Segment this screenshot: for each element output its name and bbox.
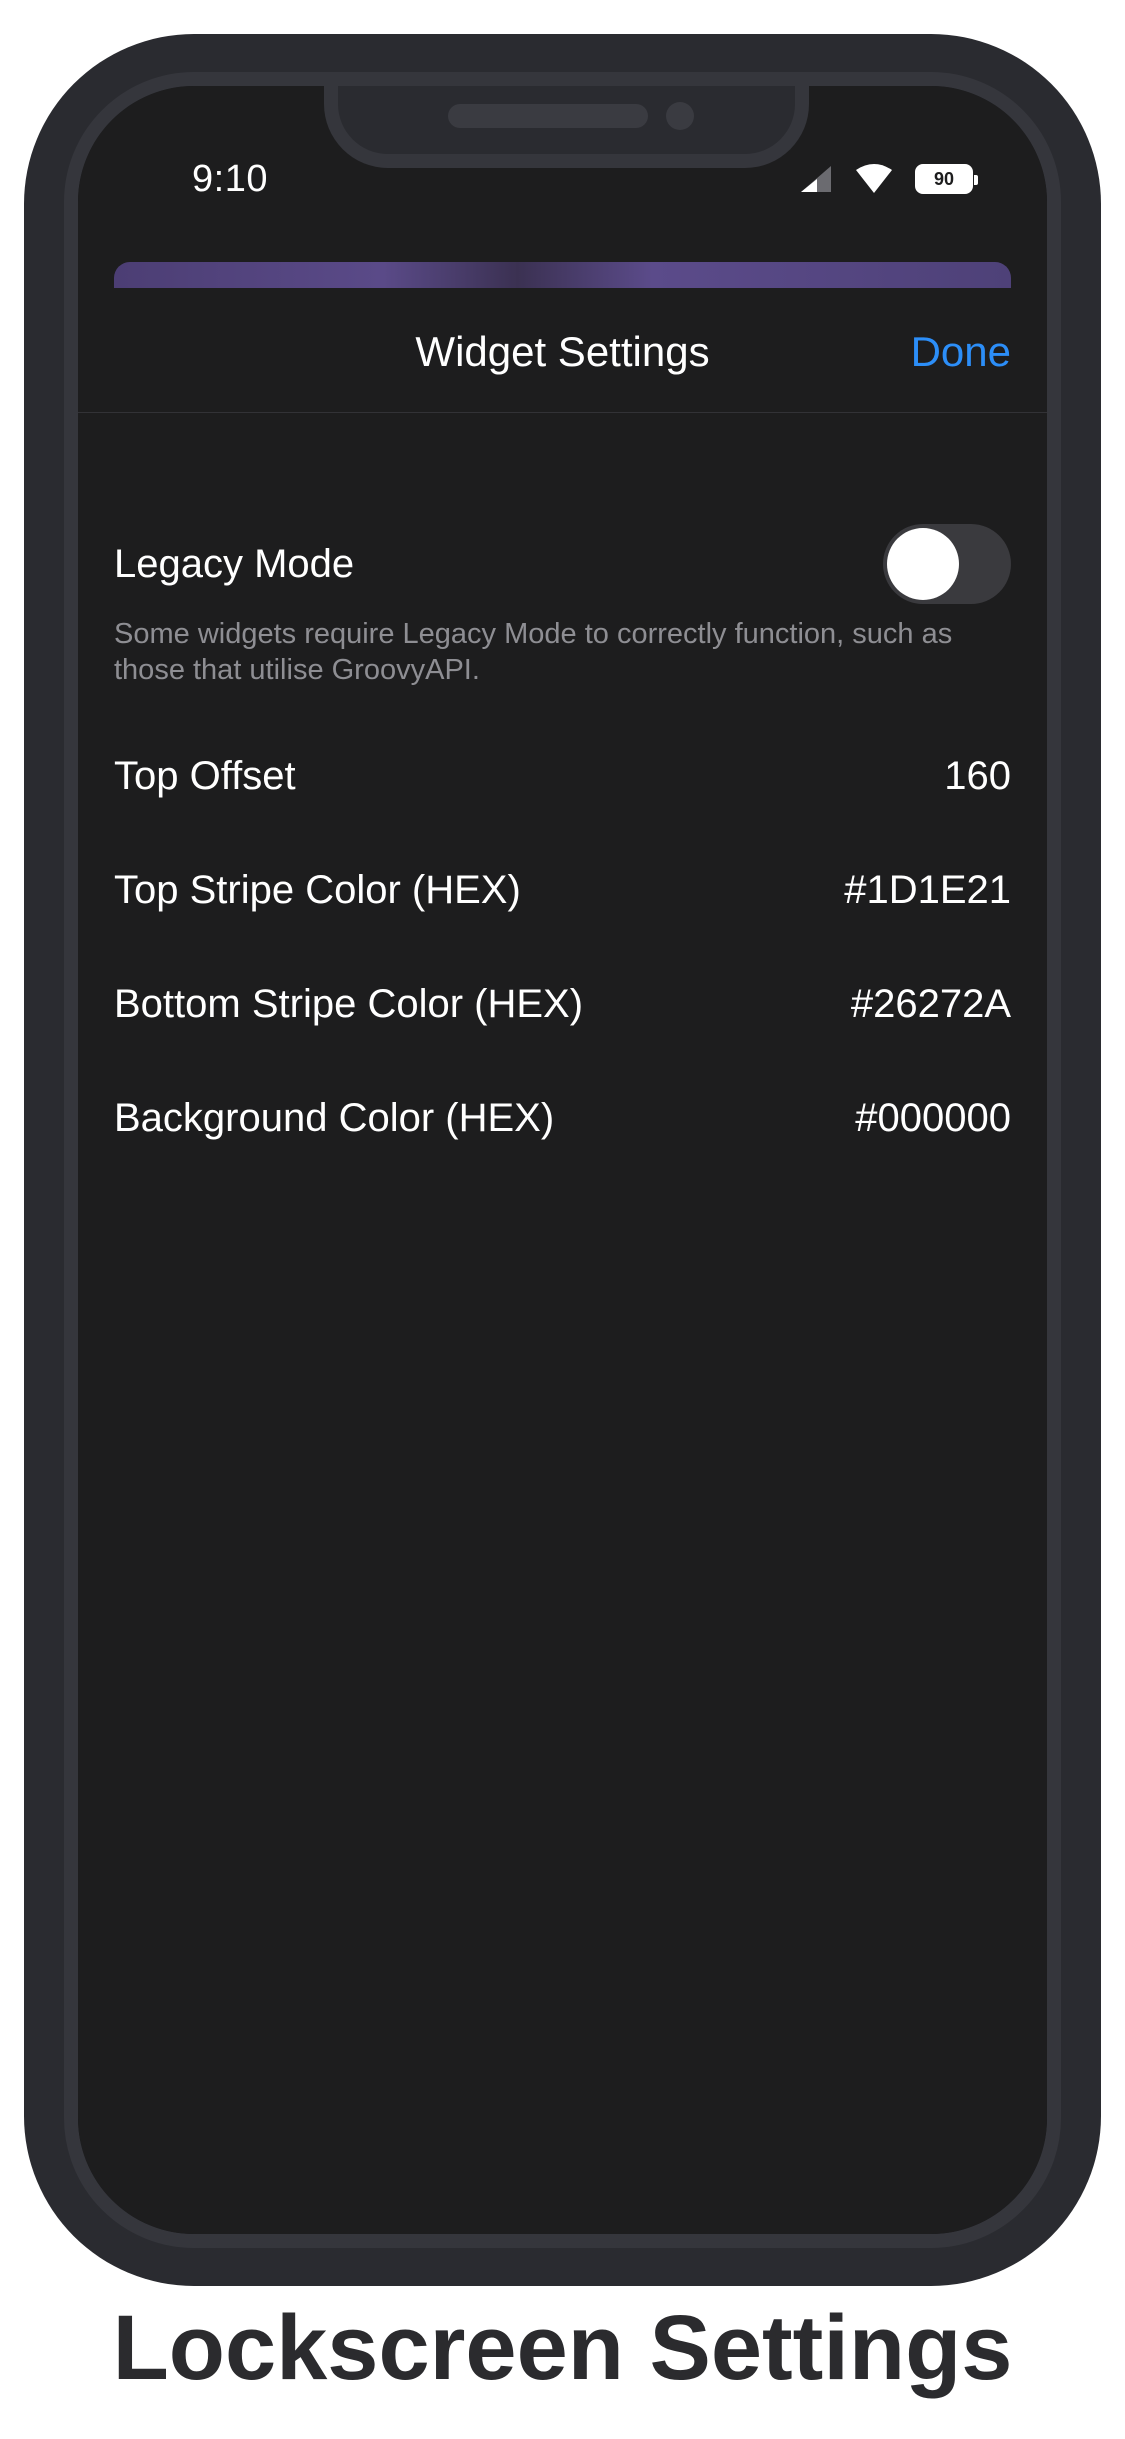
- battery-level: 90: [933, 168, 955, 189]
- setting-label: Top Stripe Color (HEX): [114, 868, 521, 912]
- status-time: 9:10: [192, 158, 268, 200]
- battery-icon: 90: [915, 164, 978, 194]
- front-camera: [666, 102, 694, 130]
- notch: [324, 86, 809, 168]
- setting-value[interactable]: #000000: [855, 1096, 1011, 1141]
- phone-frame: 9:10 90 Widget Settings Done Legacy Mode…: [24, 34, 1101, 2286]
- legacy-mode-toggle[interactable]: [883, 524, 1011, 604]
- setting-row-background-color[interactable]: Background Color (HEX) #000000: [114, 1096, 1011, 1141]
- wifi-icon: [856, 164, 892, 193]
- setting-row-top-offset[interactable]: Top Offset 160: [114, 754, 1011, 799]
- legacy-mode-description: Some widgets require Legacy Mode to corr…: [114, 618, 953, 686]
- done-button[interactable]: Done: [911, 328, 1011, 376]
- page-title: Widget Settings: [415, 328, 710, 375]
- setting-value[interactable]: 160: [944, 754, 1011, 799]
- wallpaper-preview-strip: [114, 262, 1011, 288]
- setting-label: Top Offset: [114, 754, 296, 798]
- legacy-mode-row: Legacy Mode: [114, 524, 1011, 604]
- setting-value[interactable]: #1D1E21: [844, 868, 1011, 913]
- setting-value[interactable]: #26272A: [851, 982, 1011, 1027]
- legacy-mode-label: Legacy Mode: [114, 541, 355, 586]
- setting-label: Bottom Stripe Color (HEX): [114, 982, 584, 1026]
- setting-label: Background Color (HEX): [114, 1096, 555, 1140]
- setting-row-top-stripe-color[interactable]: Top Stripe Color (HEX) #1D1E21: [114, 868, 1011, 913]
- earpiece-speaker: [448, 104, 648, 128]
- toggle-knob: [887, 528, 959, 600]
- screen: 9:10 90 Widget Settings Done Legacy Mode…: [78, 86, 1047, 2234]
- navigation-bar: Widget Settings Done: [78, 288, 1047, 413]
- setting-row-bottom-stripe-color[interactable]: Bottom Stripe Color (HEX) #26272A: [114, 982, 1011, 1027]
- cellular-signal-icon: [801, 166, 831, 192]
- phone-bezel: 9:10 90 Widget Settings Done Legacy Mode…: [64, 72, 1061, 2248]
- status-icons: 90: [799, 162, 978, 196]
- caption: Lockscreen Settings: [112, 2297, 1013, 2399]
